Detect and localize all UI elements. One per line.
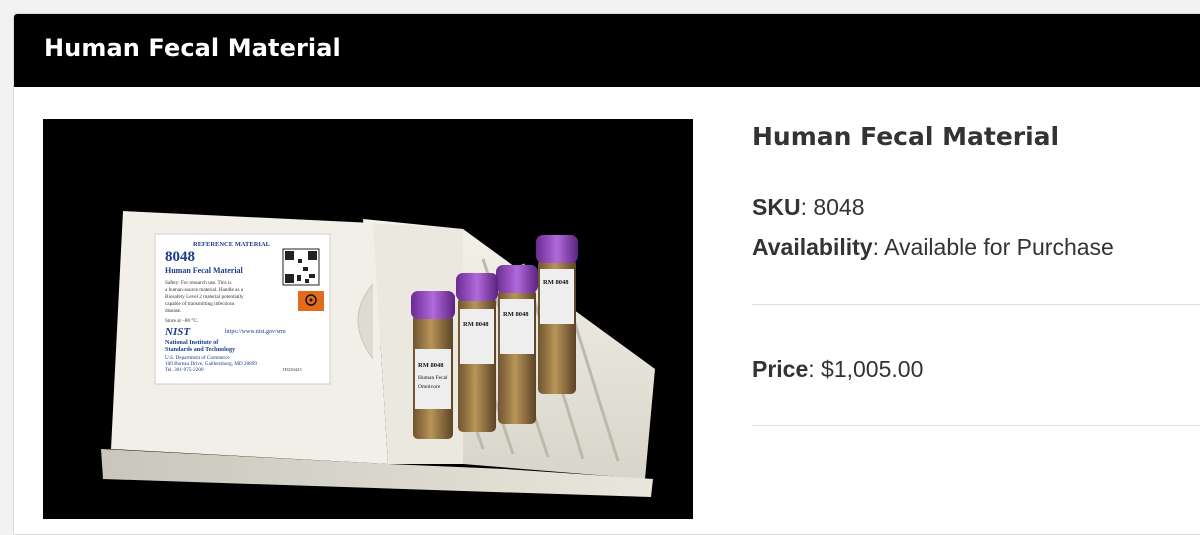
vial: RM 8048 Human Fecal Omnivore — [411, 291, 455, 439]
box-label-org-2: Standards and Technology — [165, 346, 236, 353]
product-image[interactable]: REFERENCE MATERIAL 8048 Human Fecal Mate… — [43, 119, 693, 519]
box-label-tel: Tel. 301-975-2200 — [165, 367, 204, 373]
divider — [752, 425, 1200, 426]
availability-value: Available for Purchase — [884, 234, 1114, 260]
availability-label: Availability — [752, 234, 873, 260]
box-label-heading: REFERENCE MATERIAL — [193, 241, 271, 248]
vial-label: RM 8048 — [463, 321, 489, 328]
price-colon: : — [808, 356, 822, 382]
box-label-safety-2: a human-source material. Handle as a — [165, 287, 244, 293]
box-label-safety-4: capable of transmitting infectious — [165, 300, 235, 307]
box-label-dept: U.S. Department of Commerce — [165, 354, 230, 361]
page-title: Human Fecal Material — [44, 34, 341, 62]
product-card: Human Fecal Material REFERENCE MATERIAL … — [13, 13, 1200, 535]
nist-logo: NIST — [164, 326, 191, 338]
availability-colon: : — [872, 234, 885, 260]
box-label-safety-5: disease. — [165, 308, 181, 314]
price-row: Price: $1,005.00 — [752, 356, 923, 383]
qr-code-icon — [282, 248, 320, 286]
biohazard-icon — [298, 291, 324, 311]
vial-label: RM 8048 — [543, 279, 569, 286]
box-label-url: https://www.nist.gov/srm — [225, 329, 286, 335]
box-label-name: Human Fecal Material — [165, 266, 244, 275]
sku-value: 8048 — [813, 194, 865, 220]
availability-row: Availability: Available for Purchase — [752, 234, 1114, 261]
vial: RM 8048 — [536, 235, 578, 394]
product-title: Human Fecal Material — [752, 122, 1060, 151]
page-header: Human Fecal Material — [14, 14, 1200, 87]
box-label-code: ID230425 — [283, 367, 302, 372]
price-value: $1,005.00 — [821, 356, 924, 382]
box-label-safety-3: Biosafety Level 2 material potentially — [165, 293, 244, 300]
vial-text-line-2: Omnivore — [418, 384, 441, 390]
sku-colon: : — [800, 194, 814, 220]
box-label-safety-1: Safety: For research use. This is — [165, 279, 231, 286]
vial-text-line-1: Human Fecal — [418, 375, 448, 381]
box-label-number: 8048 — [165, 249, 195, 265]
box-label: REFERENCE MATERIAL 8048 Human Fecal Mate… — [154, 233, 331, 385]
box-label-storage: Store at –80 °C. — [165, 317, 198, 324]
vial: RM 8048 — [496, 265, 538, 424]
divider — [752, 304, 1200, 305]
vial: RM 8048 — [456, 273, 498, 432]
vial-label: RM 8048 — [418, 362, 444, 369]
box-label-org-1: National Institute of — [165, 339, 219, 346]
sku-row: SKU: 8048 — [752, 194, 865, 221]
vial-label: RM 8048 — [503, 311, 529, 318]
price-label: Price — [752, 356, 809, 382]
sku-label: SKU — [752, 194, 801, 220]
